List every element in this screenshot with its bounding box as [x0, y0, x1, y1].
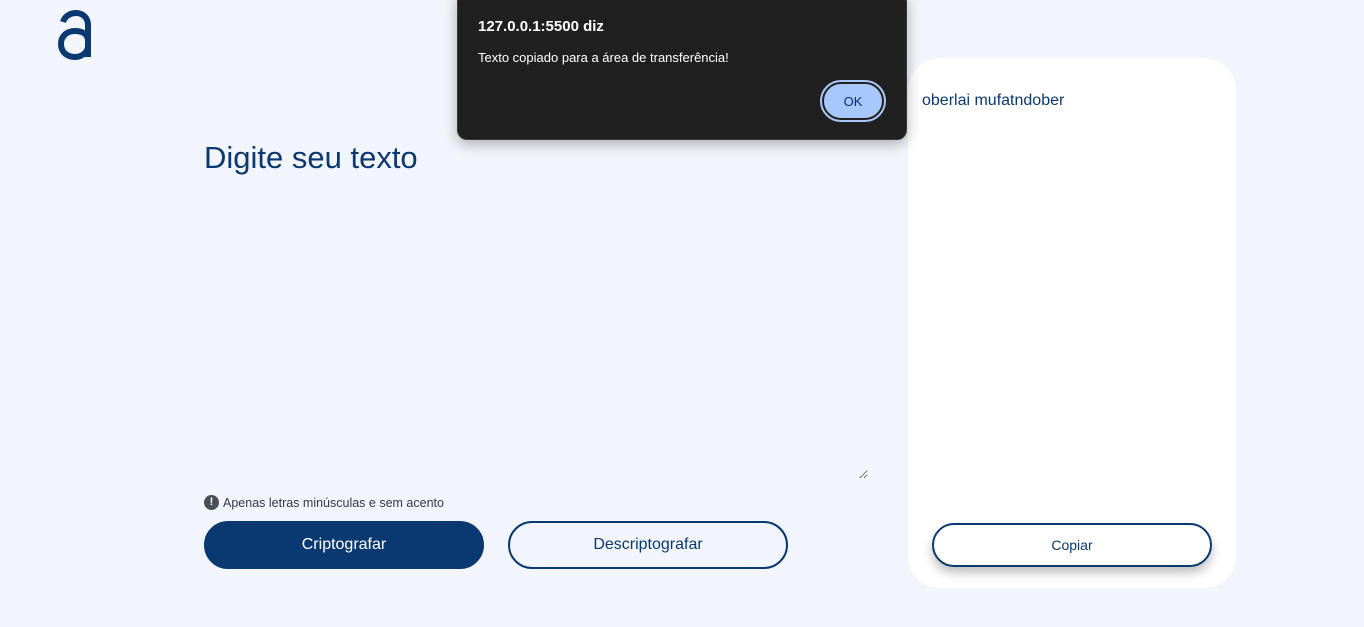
dialog-origin: 127.0.0.1:5500 diz: [478, 18, 604, 35]
output-text: oberlai mufatndober: [922, 92, 1065, 109]
copy-button[interactable]: Copiar: [932, 523, 1212, 567]
output-panel: oberlai mufatndober Copiar: [908, 58, 1236, 588]
alert-dialog: 127.0.0.1:5500 diz Texto copiado para a …: [457, 0, 907, 140]
decrypt-button[interactable]: Descriptografar: [508, 521, 788, 569]
encrypt-button[interactable]: Criptografar: [204, 521, 484, 569]
input-placeholder-title: Digite seu texto: [204, 140, 418, 175]
dialog-message: Texto copiado para a área de transferênc…: [478, 50, 729, 65]
exclamation-circle-icon: !: [204, 495, 219, 510]
page: Digite seu texto ! Apenas letras minúscu…: [0, 0, 1364, 627]
input-hint: ! Apenas letras minúsculas e sem acento: [204, 495, 444, 510]
alura-logo-icon[interactable]: [56, 10, 92, 60]
text-input[interactable]: [204, 185, 868, 479]
dialog-ok-button[interactable]: OK: [820, 80, 886, 122]
hint-text: Apenas letras minúsculas e sem acento: [223, 495, 444, 510]
